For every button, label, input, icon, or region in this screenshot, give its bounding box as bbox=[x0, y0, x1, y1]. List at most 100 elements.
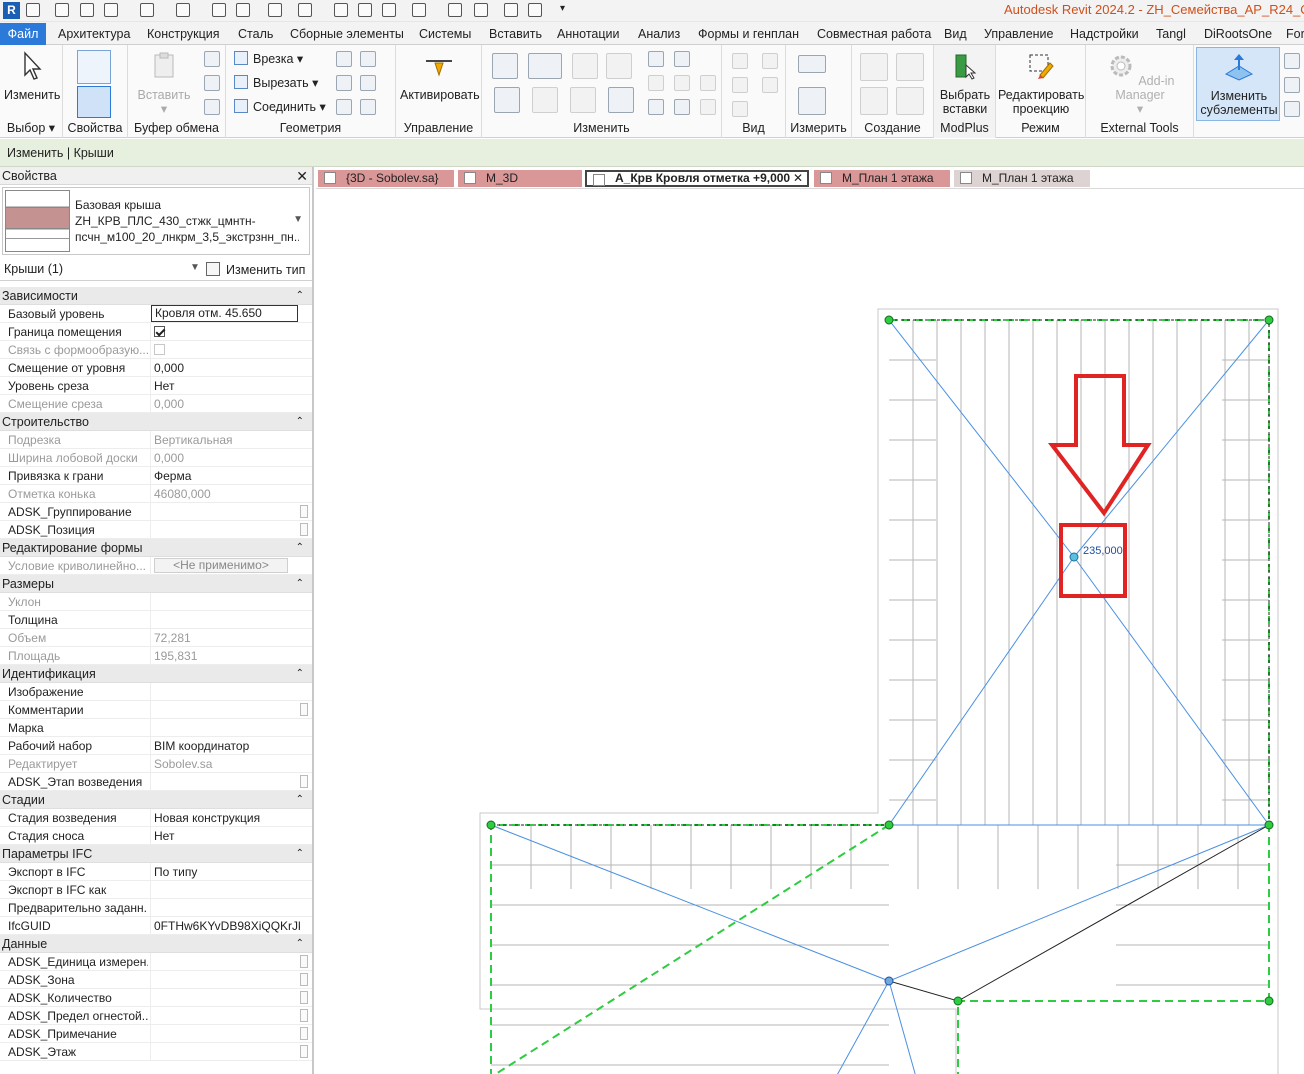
associate-parameter-icon[interactable] bbox=[300, 703, 308, 716]
rotate-icon[interactable] bbox=[570, 87, 596, 113]
vertex-handle[interactable] bbox=[1264, 820, 1274, 830]
property-value[interactable] bbox=[150, 953, 300, 971]
level-icon[interactable] bbox=[268, 3, 282, 17]
add-point-icon[interactable] bbox=[1284, 53, 1300, 69]
tab-insert[interactable]: Вставить bbox=[489, 25, 542, 43]
collapse-icon[interactable]: ⌃ bbox=[296, 791, 304, 809]
pick-supports-icon[interactable] bbox=[1284, 101, 1300, 117]
tab-analyze[interactable]: Анализ bbox=[638, 25, 680, 43]
pick-inserts-button[interactable]: Выбрать вставки bbox=[936, 51, 994, 116]
property-value[interactable] bbox=[150, 989, 300, 1007]
property-value[interactable]: По типу bbox=[150, 863, 300, 881]
type-selector[interactable]: Базовая крыша ZH_КРВ_ПЛС_430_стжк_цмнтн-… bbox=[2, 187, 310, 255]
create-group-icon[interactable] bbox=[860, 87, 888, 115]
delete-icon[interactable] bbox=[700, 99, 716, 115]
associate-parameter-icon[interactable] bbox=[300, 1027, 308, 1040]
paint-view-icon[interactable] bbox=[762, 77, 778, 93]
view-tab-plan-2[interactable]: M_План 1 этажа bbox=[954, 170, 1090, 187]
property-group-header[interactable]: Стадии ⌃ bbox=[0, 791, 312, 809]
ridge-point-handle[interactable] bbox=[1069, 552, 1079, 562]
cut-in-button[interactable]: Врезка ▾ bbox=[234, 50, 303, 68]
tab-for[interactable]: For bbox=[1286, 25, 1304, 43]
instance-filter[interactable]: Крыши (1) bbox=[4, 262, 63, 276]
property-value[interactable]: Новая конструкция bbox=[150, 809, 300, 827]
redo-icon[interactable] bbox=[176, 3, 190, 17]
property-value[interactable] bbox=[150, 881, 300, 899]
unpin-icon[interactable] bbox=[700, 75, 716, 91]
cut-out-button[interactable]: Вырезать ▾ bbox=[234, 74, 318, 92]
filter-dropdown-icon[interactable]: ▼ bbox=[190, 262, 200, 273]
associate-parameter-icon[interactable] bbox=[300, 991, 308, 1004]
property-value[interactable]: Нет bbox=[150, 827, 300, 845]
tab-manage[interactable]: Управление bbox=[984, 25, 1054, 43]
property-value[interactable] bbox=[150, 341, 300, 359]
tab-collaborate[interactable]: Совместная работа bbox=[817, 25, 931, 43]
vertex-handle[interactable] bbox=[884, 315, 894, 325]
demolish-icon[interactable] bbox=[336, 99, 352, 115]
tab-systems[interactable]: Системы bbox=[419, 25, 471, 43]
calendar-icon[interactable] bbox=[236, 3, 250, 17]
offset-icon[interactable] bbox=[528, 53, 562, 79]
linework-icon[interactable] bbox=[732, 77, 748, 93]
property-value[interactable] bbox=[150, 1007, 300, 1025]
paste-button[interactable]: Вставить ▾ bbox=[134, 51, 194, 116]
move-icon[interactable] bbox=[494, 87, 520, 113]
panel-select-label[interactable]: Выбор ▾ bbox=[0, 120, 62, 135]
split-face-icon[interactable] bbox=[360, 51, 376, 67]
associate-parameter-icon[interactable] bbox=[300, 955, 308, 968]
vertex-handle[interactable] bbox=[1264, 315, 1274, 325]
view-tab-3d-sobolev[interactable]: {3D - Sobolev.sa} bbox=[318, 170, 454, 187]
create-similar-icon[interactable] bbox=[896, 87, 924, 115]
save-icon[interactable] bbox=[80, 3, 94, 17]
property-value[interactable]: Нет bbox=[150, 377, 300, 395]
home-icon[interactable] bbox=[412, 3, 426, 17]
aligned-dimension-icon[interactable] bbox=[798, 87, 826, 115]
tag-icon[interactable] bbox=[334, 3, 348, 17]
join-button[interactable]: Соединить ▾ bbox=[234, 98, 326, 116]
vertex-handle[interactable] bbox=[953, 996, 963, 1006]
collapse-icon[interactable]: ⌃ bbox=[296, 575, 304, 593]
properties-icon[interactable] bbox=[77, 86, 111, 118]
property-value[interactable] bbox=[150, 1025, 300, 1043]
hammer-icon[interactable] bbox=[360, 99, 376, 115]
addin-manager-button[interactable]: Add-in Manager ▾ bbox=[1090, 51, 1190, 116]
tab-massing-site[interactable]: Формы и генплан bbox=[698, 25, 799, 43]
paint-icon[interactable] bbox=[360, 75, 376, 91]
property-value[interactable] bbox=[150, 323, 300, 341]
tab-structure[interactable]: Конструкция bbox=[147, 25, 220, 43]
cut-icon[interactable] bbox=[204, 51, 220, 67]
override-icon[interactable] bbox=[762, 53, 778, 69]
array-icon[interactable] bbox=[648, 75, 664, 91]
associate-parameter-icon[interactable] bbox=[300, 1009, 308, 1022]
modify-button[interactable]: Изменить bbox=[4, 51, 60, 102]
dimension-icon[interactable] bbox=[298, 3, 312, 17]
split-icon[interactable] bbox=[648, 51, 664, 67]
property-value[interactable] bbox=[150, 503, 300, 521]
tab-dirootsone[interactable]: DiRootsOne bbox=[1204, 25, 1272, 43]
property-value[interactable]: 0,000 bbox=[150, 359, 300, 377]
type-properties-icon[interactable] bbox=[77, 50, 111, 84]
close-hidden-icon[interactable] bbox=[504, 3, 518, 17]
copy-icon[interactable] bbox=[204, 75, 220, 91]
property-value[interactable] bbox=[150, 683, 300, 701]
property-group-header[interactable]: Редактирование формы ⌃ bbox=[0, 539, 312, 557]
hide-bulb-icon[interactable] bbox=[732, 53, 748, 69]
close-icon[interactable]: ✕ bbox=[296, 167, 308, 185]
view-tab-roof-plan[interactable]: А_Крв Кровля отметка +9,000 ✕ bbox=[585, 170, 809, 187]
associate-parameter-icon[interactable] bbox=[300, 973, 308, 986]
property-group-header[interactable]: Зависимости ⌃ bbox=[0, 287, 312, 305]
roof-footprint-boundary[interactable] bbox=[490, 319, 1270, 1074]
modify-subelements-button[interactable]: Изменить субэлементы bbox=[1199, 52, 1279, 117]
align-icon[interactable] bbox=[492, 53, 518, 79]
tab-architecture[interactable]: Архитектура bbox=[58, 25, 130, 43]
eraser-icon[interactable] bbox=[732, 101, 748, 117]
create-assembly-icon[interactable] bbox=[860, 53, 888, 81]
tab-file[interactable]: Файл bbox=[0, 23, 46, 45]
ridge-point-handle[interactable] bbox=[884, 976, 894, 986]
property-value[interactable]: Ферма bbox=[150, 467, 300, 485]
sync-icon[interactable] bbox=[104, 3, 118, 17]
vertex-handle[interactable] bbox=[1264, 996, 1274, 1006]
scale-icon[interactable] bbox=[674, 75, 690, 91]
collapse-icon[interactable]: ⌃ bbox=[296, 413, 304, 431]
associate-parameter-icon[interactable] bbox=[300, 1045, 308, 1058]
